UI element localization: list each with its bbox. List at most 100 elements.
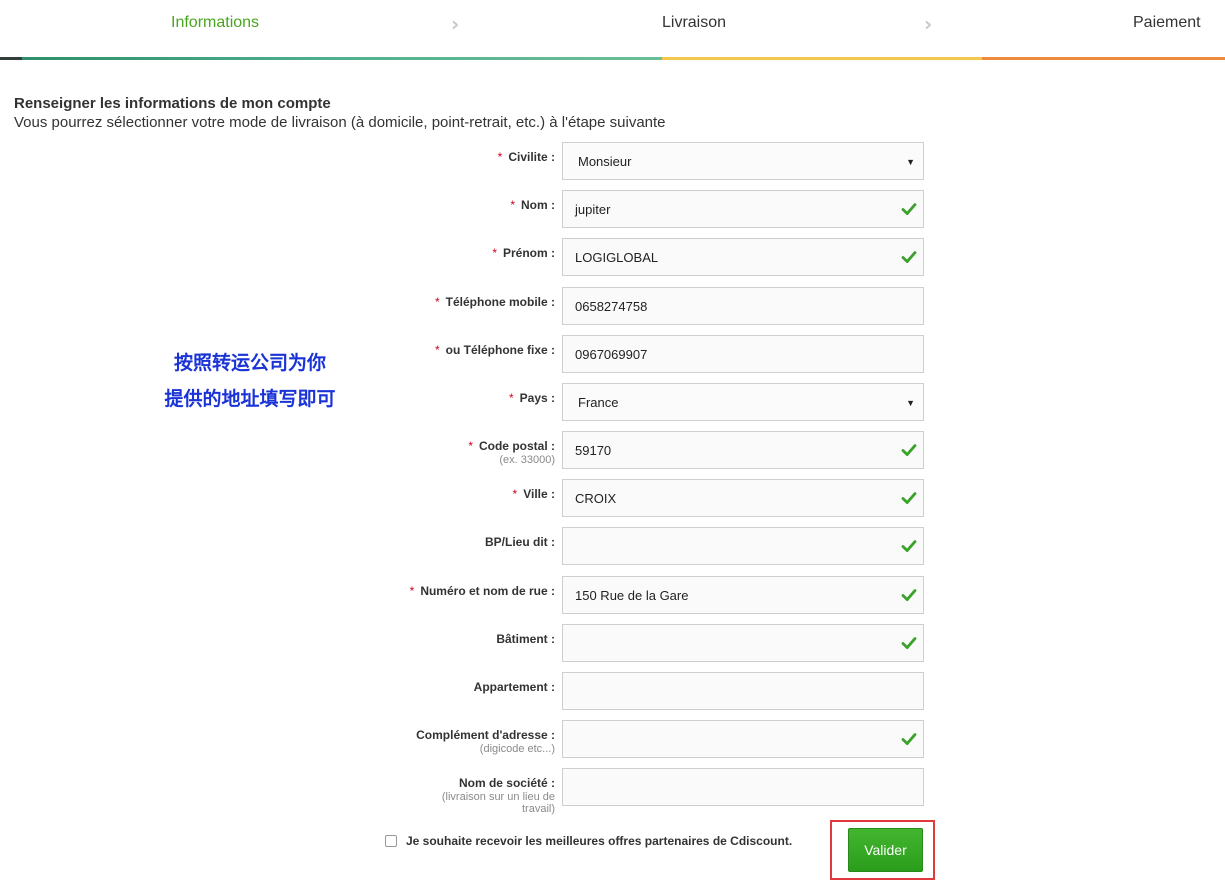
caret-down-icon: ▼: [906, 398, 915, 408]
form-row-prenom: * Prénom : LOGIGLOBAL: [0, 238, 1225, 278]
progress-bar-segment: [342, 57, 662, 60]
form-row-numero-rue: * Numéro et nom de rue : 150 Rue de la Gar…: [0, 576, 1225, 616]
field-hint: (livraison sur un lieu de: [441, 791, 555, 803]
field-label-text: Ville :: [523, 487, 555, 501]
required-marker: *: [510, 198, 515, 212]
checkmark-icon: [901, 201, 917, 217]
form-row-pays: * Pays : France ▼: [0, 383, 1225, 423]
field-label-text: Prénom :: [502, 246, 555, 260]
text-input[interactable]: [562, 672, 924, 710]
text-input[interactable]: [562, 720, 924, 758]
field-label: Complément d'adresse :: [416, 728, 555, 742]
checkmark-icon: [901, 538, 917, 554]
field-label-text: BP/Lieu dit :: [485, 535, 555, 549]
chevron-right-icon: ›: [924, 12, 933, 36]
field-label-text: Téléphone mobile :: [445, 295, 555, 309]
step-livraison[interactable]: Livraison: [662, 14, 726, 32]
form-row-bp-lieu-dit: BP/Lieu dit :: [0, 527, 1225, 567]
validate-button[interactable]: Valider: [848, 828, 923, 872]
checkmark-icon: [901, 587, 917, 603]
checkout-steps: Informations › Livraison › Paiement: [0, 0, 1225, 60]
optin-checkbox[interactable]: [385, 835, 397, 847]
required-marker: *: [409, 584, 415, 598]
form-row-nom: * Nom : jupiter: [0, 190, 1225, 230]
partner-offers-optin[interactable]: Je souhaite recevoir les meilleures offr…: [385, 834, 792, 848]
field-label: * Numéro et nom de rue :: [410, 584, 555, 598]
form-row-ville: * Ville : CROIX: [0, 479, 1225, 519]
field-label: * Code postal :: [468, 439, 555, 453]
optin-label: Je souhaite recevoir les meilleures offr…: [406, 834, 793, 848]
text-input[interactable]: 59170: [562, 431, 924, 469]
step-paiement[interactable]: Paiement: [1133, 14, 1201, 32]
form-row-appartement: Appartement :: [0, 672, 1225, 712]
form-row-complement-adresse: Complément d'adresse : (digicode etc...): [0, 720, 1225, 760]
form-row-telephone-fixe: * ou Téléphone fixe : 0967069907: [0, 335, 1225, 375]
field-label-text: Civilite :: [508, 150, 555, 164]
checkmark-icon: [901, 635, 917, 651]
field-label: * Prénom :: [492, 246, 555, 260]
select-field[interactable]: France ▼: [562, 383, 924, 421]
chevron-right-icon: ›: [451, 12, 460, 36]
field-label: Appartement :: [474, 680, 555, 694]
field-label-text: Appartement :: [473, 680, 555, 694]
field-label-text: Numéro et nom de rue :: [420, 584, 555, 598]
text-input[interactable]: 150 Rue de la Gare: [562, 576, 924, 614]
progress-bar-segment: [22, 57, 342, 60]
field-value: 150 Rue de la Gare: [575, 587, 689, 603]
field-hint: (digicode etc...): [479, 743, 555, 755]
required-marker: *: [512, 487, 518, 501]
field-label-text: Bâtiment :: [496, 632, 555, 646]
field-label-text: Code postal :: [478, 439, 555, 453]
text-input[interactable]: [562, 624, 924, 662]
progress-bar-segment: [0, 57, 22, 60]
required-marker: *: [434, 295, 440, 309]
form-row-nom-societe: Nom de société : (livraison sur un lieu d…: [0, 768, 1225, 815]
progress-bar-segment: [662, 57, 982, 60]
field-label: BP/Lieu dit :: [485, 535, 555, 549]
checkmark-icon: [901, 731, 917, 747]
field-value: CROIX: [575, 490, 617, 506]
form-row-telephone-mobile: * Téléphone mobile : 0658274758: [0, 287, 1225, 327]
field-value: 0658274758: [575, 298, 648, 314]
required-marker: *: [492, 246, 497, 260]
caret-down-icon: ▼: [906, 157, 915, 167]
form-row-batiment: Bâtiment :: [0, 624, 1225, 664]
section-title: Renseigner les informations de mon compt…: [14, 95, 331, 112]
field-value: jupiter: [575, 201, 611, 217]
field-label: Bâtiment :: [496, 632, 555, 646]
select-field[interactable]: Monsieur ▼: [562, 142, 924, 180]
field-label: * ou Téléphone fixe :: [435, 343, 555, 357]
required-marker: *: [497, 150, 503, 164]
field-label-text: Pays :: [519, 391, 555, 405]
form-row-code-postal: * Code postal : (ex. 33000) 59170: [0, 431, 1225, 471]
form-row-civilite: * Civilite : Monsieur ▼: [0, 142, 1225, 182]
field-label-text: Nom de société :: [458, 776, 555, 790]
text-input[interactable]: LOGIGLOBAL: [562, 238, 924, 276]
field-value: 0967069907: [575, 346, 648, 362]
field-label-text: ou Téléphone fixe :: [445, 343, 555, 357]
checkmark-icon: [901, 442, 917, 458]
field-label: * Pays :: [509, 391, 555, 405]
checkmark-icon: [901, 490, 917, 506]
field-value: LOGIGLOBAL: [575, 249, 659, 265]
field-label: Nom de société :: [459, 776, 555, 790]
field-value: 59170: [575, 442, 612, 458]
checkmark-icon: [901, 249, 917, 265]
field-label: * Civilite :: [498, 150, 555, 164]
text-input[interactable]: [562, 768, 924, 806]
field-label-text: Nom :: [521, 198, 555, 212]
required-marker: *: [508, 391, 514, 405]
text-input[interactable]: CROIX: [562, 479, 924, 517]
text-input[interactable]: jupiter: [562, 190, 924, 228]
text-input[interactable]: 0967069907: [562, 335, 924, 373]
field-value: France: [578, 394, 619, 410]
text-input[interactable]: [562, 527, 924, 565]
field-hint: (ex. 33000): [499, 454, 555, 466]
text-input[interactable]: 0658274758: [562, 287, 924, 325]
field-label-text: Complément d'adresse :: [416, 728, 555, 742]
step-informations[interactable]: Informations: [171, 14, 259, 32]
field-value: Monsieur: [578, 153, 632, 169]
required-marker: *: [468, 439, 473, 453]
required-marker: *: [434, 343, 440, 357]
progress-bar-segment: [982, 57, 1225, 60]
